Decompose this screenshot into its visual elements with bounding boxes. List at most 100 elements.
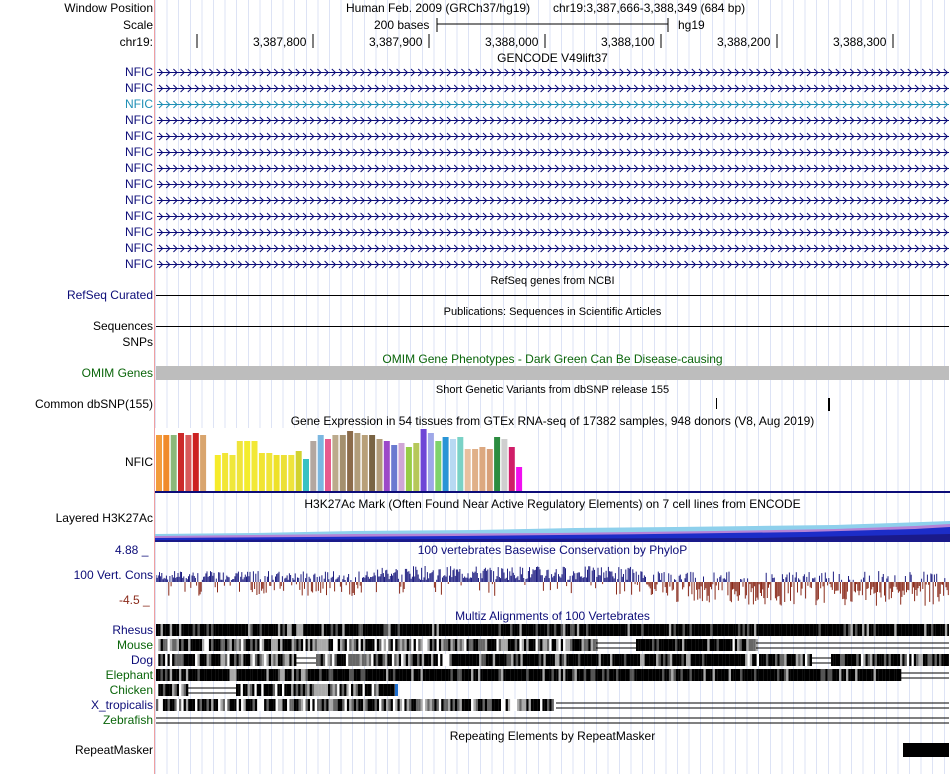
- gtex-tissue-bar: [376, 439, 383, 491]
- phylop-max-label: 4.88 _: [115, 543, 149, 557]
- gencode-gene-label[interactable]: NFIC: [125, 225, 153, 239]
- gtex-tissue-bar: [369, 435, 376, 491]
- snp-marker[interactable]: [716, 398, 717, 409]
- gtex-tissue-bar: [413, 443, 420, 491]
- gencode-transcript[interactable]: [157, 68, 949, 77]
- gtex-tissue-bar: [222, 453, 229, 491]
- phylop-track-title: 100 vertebrates Basewise Conservation by…: [417, 543, 688, 557]
- gtex-tissue-bar: [288, 455, 295, 491]
- gtex-tissue-bar: [472, 449, 479, 491]
- db-label: hg19: [678, 18, 705, 32]
- gencode-gene-label[interactable]: NFIC: [125, 241, 153, 255]
- gtex-tissue-bar: [435, 441, 442, 491]
- gencode-transcript[interactable]: [157, 116, 949, 125]
- gtex-tissue-bar: [317, 435, 324, 491]
- gencode-transcript[interactable]: [157, 212, 949, 221]
- gencode-transcript[interactable]: [157, 180, 949, 189]
- gtex-track-title: Gene Expression in 54 tissues from GTEx …: [290, 414, 815, 428]
- gtex-tissue-bar: [420, 429, 427, 491]
- species-label-elephant[interactable]: Elephant: [106, 668, 153, 682]
- assembly-title: Human Feb. 2009 (GRCh37/hg19): [346, 1, 531, 15]
- gtex-tissue-bar: [391, 445, 398, 491]
- omim-bar[interactable]: [156, 366, 949, 380]
- gencode-gene-label[interactable]: NFIC: [125, 65, 153, 79]
- gencode-gene-label[interactable]: NFIC: [125, 177, 153, 191]
- publications-line: [156, 326, 949, 327]
- multiz-alignment-row[interactable]: [156, 624, 949, 636]
- gencode-gene-label[interactable]: NFIC: [125, 193, 153, 207]
- gencode-gene-label[interactable]: NFIC: [125, 129, 153, 143]
- gencode-gene-label[interactable]: NFIC: [125, 161, 153, 175]
- window-position-label: Window Position: [64, 1, 153, 15]
- gtex-bar-chart[interactable]: [155, 428, 950, 494]
- position-readout: chr19:3,387,666-3,388,349 (684 bp): [553, 1, 746, 15]
- h3k27ac-signal[interactable]: [155, 518, 950, 542]
- phylop-signal[interactable]: [156, 558, 949, 608]
- gencode-transcript[interactable]: [157, 244, 949, 253]
- ruler-tick-label: 3,387,900: [369, 35, 423, 49]
- repeat-element[interactable]: [903, 743, 949, 757]
- gtex-tissue-bar: [501, 439, 508, 491]
- snp-marker[interactable]: [828, 398, 830, 411]
- gencode-gene-label[interactable]: NFIC: [125, 257, 153, 271]
- dbsnp-track-label[interactable]: Common dbSNP(155): [35, 397, 153, 411]
- gencode-transcript[interactable]: [157, 84, 949, 93]
- species-label-chicken[interactable]: Chicken: [110, 683, 153, 697]
- gtex-tissue-bar: [229, 455, 236, 491]
- gencode-gene-label[interactable]: NFIC: [125, 145, 153, 159]
- refseq-track-label[interactable]: RefSeq Curated: [67, 288, 153, 302]
- gtex-tissue-bar: [427, 433, 434, 491]
- multiz-alignment-row[interactable]: [156, 639, 949, 651]
- gtex-tissue-bar: [405, 447, 412, 491]
- gtex-tissue-bar: [280, 455, 287, 491]
- multiz-alignment-row[interactable]: [156, 669, 949, 681]
- multiz-alignment-row[interactable]: [156, 684, 949, 696]
- h3k27ac-track-label[interactable]: Layered H3K27Ac: [56, 511, 153, 525]
- repeatmasker-track-label[interactable]: RepeatMasker: [75, 743, 153, 757]
- multiz-track-title: Multiz Alignments of 100 Vertebrates: [455, 609, 650, 623]
- omim-track-title: OMIM Gene Phenotypes - Dark Green Can Be…: [382, 352, 723, 366]
- refseq-track-title: RefSeq genes from NCBI: [490, 275, 615, 287]
- gencode-gene-label[interactable]: NFIC: [125, 113, 153, 127]
- repeatmasker-track-title: Repeating Elements by RepeatMasker: [449, 729, 656, 743]
- gtex-tissue-bar: [295, 451, 302, 491]
- multiz-alignment-row[interactable]: [156, 714, 949, 726]
- gencode-transcript[interactable]: [157, 260, 949, 269]
- ruler-tick-label: 3,388,200: [717, 35, 771, 49]
- gencode-gene-label[interactable]: NFIC: [125, 97, 153, 111]
- snps-track-label[interactable]: SNPs: [122, 335, 153, 349]
- species-label-x-tropicalis[interactable]: X_tropicalis: [91, 698, 153, 712]
- h3k27ac-track-title: H3K27Ac Mark (Often Found Near Active Re…: [304, 497, 801, 511]
- gtex-tissue-bar: [185, 435, 192, 491]
- gencode-transcript[interactable]: [157, 196, 949, 205]
- ruler-tick-label: 3,388,100: [601, 35, 655, 49]
- gtex-tissue-bar: [516, 467, 523, 491]
- publications-track-label[interactable]: Sequences: [93, 319, 153, 333]
- gencode-transcript[interactable]: [157, 148, 949, 157]
- ruler-tick-label: 3,388,000: [485, 35, 539, 49]
- gtex-tissue-bar: [251, 441, 258, 491]
- species-label-rhesus[interactable]: Rhesus: [112, 623, 153, 637]
- gencode-transcript[interactable]: [157, 228, 949, 237]
- gencode-transcript[interactable]: [157, 164, 949, 173]
- multiz-alignment-row[interactable]: [156, 699, 949, 711]
- gtex-track-label[interactable]: NFIC: [125, 455, 153, 469]
- gtex-tissue-bar: [508, 447, 515, 491]
- omim-track-label[interactable]: OMIM Genes: [82, 366, 153, 380]
- species-label-dog[interactable]: Dog: [131, 653, 153, 667]
- phylop-track-label[interactable]: 100 Vert. Cons: [74, 568, 153, 582]
- dbsnp-track-title: Short Genetic Variants from dbSNP releas…: [435, 384, 670, 396]
- gencode-gene-label[interactable]: NFIC: [125, 81, 153, 95]
- species-label-mouse[interactable]: Mouse: [117, 638, 153, 652]
- gencode-transcript[interactable]: [157, 132, 949, 141]
- scale-label: Scale: [122, 18, 153, 32]
- gencode-gene-label[interactable]: NFIC: [125, 209, 153, 223]
- multiz-alignment-row[interactable]: [156, 654, 949, 666]
- species-label-zebrafish[interactable]: Zebrafish: [103, 713, 153, 727]
- gencode-transcript[interactable]: [157, 100, 949, 109]
- gtex-tissue-bar: [163, 435, 170, 491]
- gtex-tissue-bar: [354, 433, 361, 491]
- gtex-tissue-bar: [486, 449, 493, 491]
- gtex-tissue-bar: [442, 437, 449, 491]
- gtex-tissue-bar: [258, 453, 265, 491]
